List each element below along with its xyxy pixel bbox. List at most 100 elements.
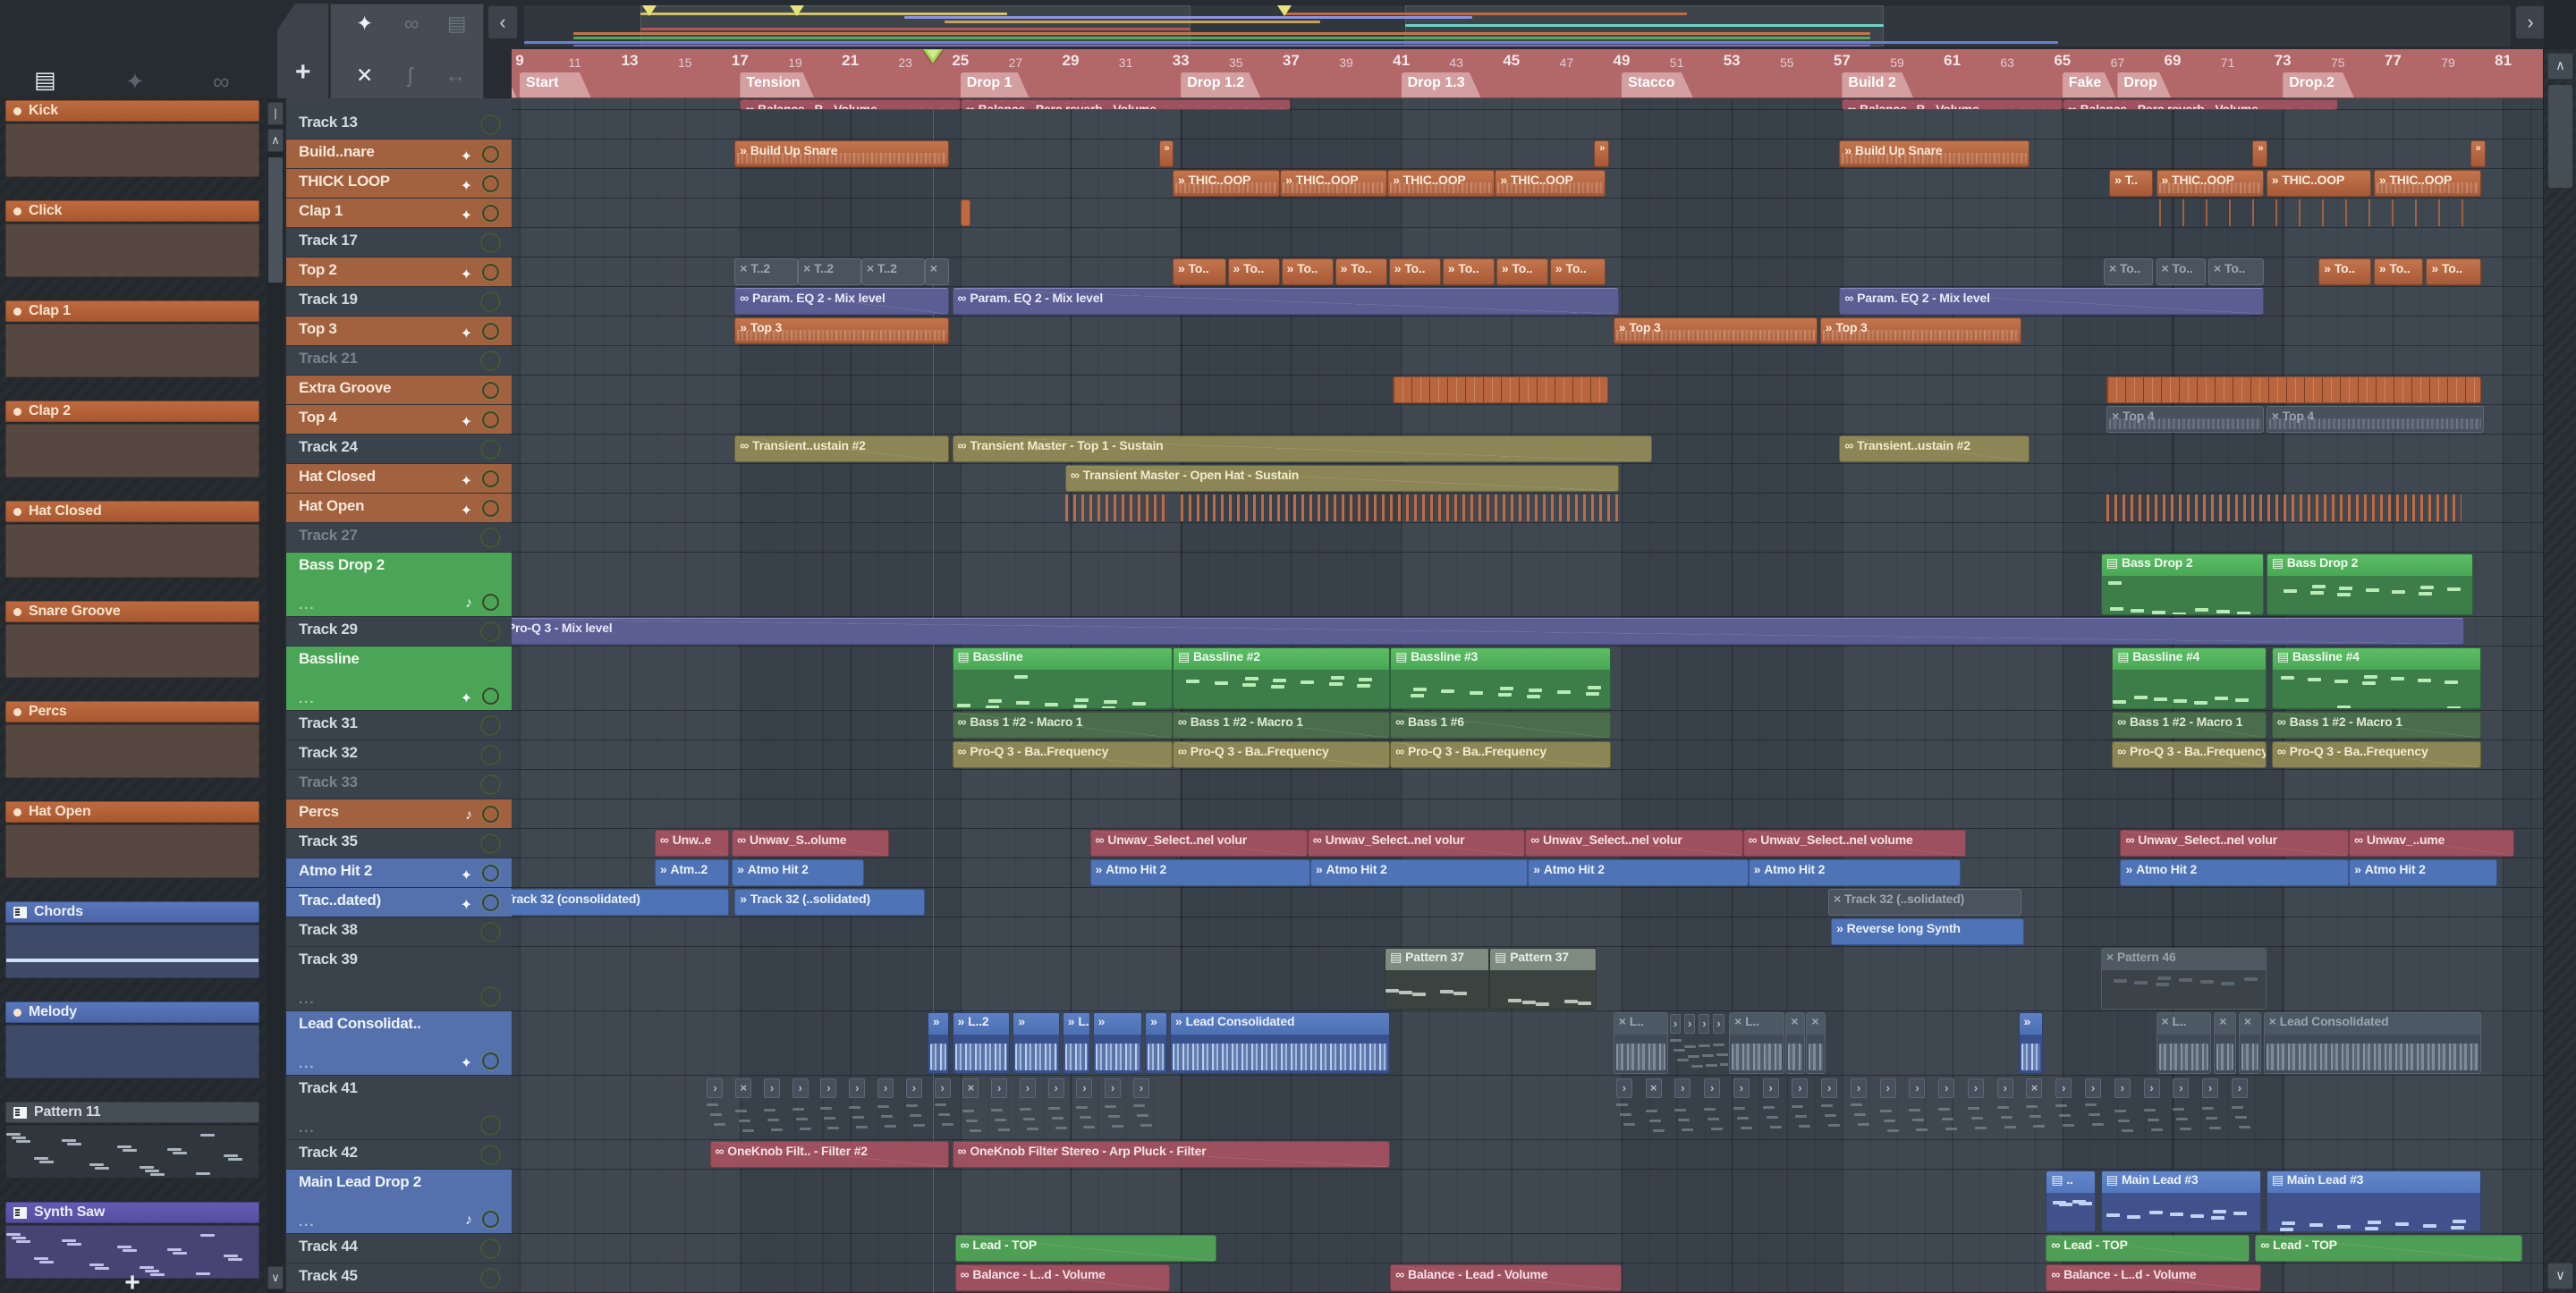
chevron-cell-clip[interactable]: ›: [763, 1078, 780, 1098]
track-row-thick-loop[interactable]: THICK LOOP ✦: [286, 169, 512, 199]
chevron-cell-clip[interactable]: ›: [1699, 1014, 1710, 1034]
clip-[interactable]: ▤..: [2046, 1170, 2096, 1232]
timeline-marker-drop[interactable]: Drop: [2117, 72, 2171, 98]
timeline-marker-drop-1-3[interactable]: Drop 1.3: [1402, 72, 1481, 98]
playhead-marker[interactable]: [923, 49, 943, 63]
track-options-dots[interactable]: ...: [299, 992, 316, 1007]
clip-bass-1-2-macro-1[interactable]: ∞ Bass 1 #2 - Macro 1: [2271, 712, 2481, 739]
clip-bassline-4[interactable]: ▤ Bassline #4: [2271, 647, 2481, 709]
chevron-cell-clip[interactable]: ›: [2143, 1078, 2160, 1098]
track-mute-led[interactable]: [482, 894, 499, 911]
clip-balance-perc-reverb-volume[interactable]: ∞ Balance - Perc reverb - Volume: [2062, 99, 2338, 110]
chevron-cell-clip[interactable]: ›: [1674, 1078, 1691, 1098]
clip-thic-oop[interactable]: » THIC..OOP: [2156, 170, 2264, 197]
sidebar-card-hat-open[interactable]: Hat Open: [5, 801, 259, 878]
clip-balance-lead-volume[interactable]: ∞ Balance - Lead - Volume: [1390, 1264, 1622, 1291]
clip-thic-oop[interactable]: » THIC..OOP: [1280, 170, 1388, 197]
timeline-marker-build-2[interactable]: Build 2: [1842, 72, 1913, 98]
chevron-cell-clip[interactable]: ›: [1938, 1078, 1955, 1098]
track-mute-led[interactable]: [482, 175, 499, 192]
timeline-marker-start[interactable]: Start: [520, 72, 591, 98]
clip-balance-l-d-volume[interactable]: ∞ Balance - L..d - Volume: [2046, 1264, 2261, 1291]
clip-[interactable]: »: [2470, 140, 2486, 167]
clip-pro-q-3-mix-level[interactable]: ∞Pro-Q 3 - Mix level: [512, 618, 2465, 645]
clip-bass-1-2-macro-1[interactable]: ∞ Bass 1 #2 - Macro 1: [952, 712, 1173, 739]
picker-scrollbar[interactable]: | ∧ ∨: [267, 98, 284, 1293]
clip-bassline-4[interactable]: ▤ Bassline #4: [2112, 647, 2267, 709]
chevron-cell-clip[interactable]: ›: [2173, 1078, 2190, 1098]
scroll-right-button[interactable]: ›: [2515, 5, 2546, 39]
track-mute-led[interactable]: [482, 623, 499, 640]
track-mute-led[interactable]: [482, 1240, 499, 1257]
clip-pattern-37[interactable]: ▤ Pattern 37: [1385, 948, 1490, 1010]
clip-ticksfine[interactable]: [2106, 494, 2462, 521]
clip-solid[interactable]: [960, 199, 970, 226]
clip-t-2[interactable]: × T..2: [860, 258, 925, 285]
clip-bass-1-6[interactable]: ∞ Bass 1 #6: [1390, 712, 1611, 739]
clip-thic-oop[interactable]: » THIC..OOP: [1495, 170, 1606, 197]
chevron-cell-clip[interactable]: ›: [792, 1078, 809, 1098]
clip-ticksmed[interactable]: [2106, 376, 2481, 403]
clip-cells[interactable]: › × › › › › › › › × › › › › › ›: [707, 1077, 1161, 1138]
clip-param-eq-2-mix-level[interactable]: ∞ Param. EQ 2 - Mix level: [952, 288, 1619, 315]
track-row-track-44[interactable]: Track 44: [286, 1234, 512, 1263]
clip-atmo-hit-2[interactable]: » Atmo Hit 2: [1748, 859, 1961, 886]
track-mute-led[interactable]: [482, 688, 499, 705]
clip-l-2[interactable]: » L..2: [952, 1012, 1011, 1074]
clip-thic-oop[interactable]: » THIC..OOP: [2266, 170, 2371, 197]
clip-atmo-hit-2[interactable]: » Atmo Hit 2: [1089, 859, 1310, 886]
clip-to[interactable]: » To..: [1281, 258, 1335, 285]
clip-bwave[interactable]: »: [1013, 1012, 1060, 1074]
chevron-cell-clip[interactable]: ›: [1909, 1078, 1926, 1098]
clip-main-lead-3[interactable]: ▤ Main Lead #3: [2266, 1170, 2481, 1232]
clip-param-eq-2-mix-level[interactable]: ∞ Param. EQ 2 - Mix level: [734, 288, 950, 315]
clip-pattern-37[interactable]: ▤ Pattern 37: [1489, 948, 1597, 1010]
clip-pro-q-3-ba-frequency[interactable]: ∞ Pro-Q 3 - Ba..Frequency: [2112, 741, 2267, 768]
track-mute-led[interactable]: [482, 470, 499, 487]
track-mute-led[interactable]: [482, 293, 499, 310]
chevron-cell-clip[interactable]: ›: [1019, 1078, 1036, 1098]
clip-l[interactable]: × L..: [2156, 1012, 2212, 1074]
track-row-percs[interactable]: Percs ♪: [286, 799, 512, 829]
track-options-dots[interactable]: ...: [299, 1056, 316, 1071]
clip-bwave[interactable]: »: [1092, 1012, 1143, 1074]
track-row-top-3[interactable]: Top 3 ✦: [286, 317, 512, 346]
chevron-cell-clip[interactable]: ›: [1879, 1078, 1896, 1098]
clip-atmo-hit-2[interactable]: » Atmo Hit 2: [2349, 859, 2498, 886]
track-row-extra-groove[interactable]: Extra Groove: [286, 376, 512, 405]
clip-to[interactable]: » To..: [1442, 258, 1496, 285]
scroll-down-button[interactable]: ∨: [2547, 1263, 2573, 1289]
clip-t-2[interactable]: × T..2: [798, 258, 861, 285]
track-mute-led[interactable]: [482, 1052, 499, 1069]
track-row-hat-closed[interactable]: Hat Closed ✦: [286, 464, 512, 494]
clip-t[interactable]: » T..: [2109, 170, 2154, 197]
track-options-dots[interactable]: ...: [299, 1214, 316, 1230]
timeline-marker-drop-2[interactable]: Drop.2: [2283, 72, 2354, 98]
track-mute-led[interactable]: [482, 806, 499, 823]
track-row-trac-dated-[interactable]: Trac..dated) ✦: [286, 888, 512, 917]
track-mute-led[interactable]: [482, 382, 499, 399]
chevron-cell-clip[interactable]: ›: [1996, 1078, 2013, 1098]
clip-lead-top[interactable]: ∞ Lead - TOP: [2046, 1235, 2250, 1262]
track-mute-led[interactable]: [482, 924, 499, 941]
clip-cells[interactable]: › › › ›: [1669, 1012, 1728, 1074]
chevron-cell-clip[interactable]: ›: [1850, 1078, 1867, 1098]
track-row-bass-drop-2[interactable]: Bass Drop 2 ♪...: [286, 553, 512, 617]
chevron-cell-clip[interactable]: ›: [1792, 1078, 1809, 1098]
track-row-top-4[interactable]: Top 4 ✦: [286, 405, 512, 435]
sidebar-card-pattern-11[interactable]: Pattern 11: [5, 1102, 259, 1179]
track-mute-led[interactable]: [482, 529, 499, 546]
clip-param-eq-2-mix-level[interactable]: ∞ Param. EQ 2 - Mix level: [1839, 288, 2264, 315]
curve-tool-icon[interactable]: ʃ: [408, 63, 412, 88]
clip-thic-oop[interactable]: » THIC..OOP: [1387, 170, 1496, 197]
track-row-track-27[interactable]: Track 27: [286, 523, 512, 553]
clip-pro-q-3-ba-frequency[interactable]: ∞ Pro-Q 3 - Ba..Frequency: [1390, 741, 1611, 768]
track-mute-led[interactable]: [482, 988, 499, 1005]
track-row-track-24[interactable]: Track 24: [286, 435, 512, 464]
chevron-cell-clip[interactable]: ›: [2114, 1078, 2131, 1098]
track-mute-led[interactable]: [482, 1270, 499, 1287]
track-mute-led[interactable]: [482, 717, 499, 734]
chevron-cell-clip[interactable]: ›: [2084, 1078, 2101, 1098]
picker-pin-button[interactable]: |: [267, 102, 284, 125]
timeline-ruler[interactable]: 9 11 13 15 17 19 21 23 25 27 29 31 33 35 37 39 41 43 45 47 4…: [512, 49, 2543, 98]
